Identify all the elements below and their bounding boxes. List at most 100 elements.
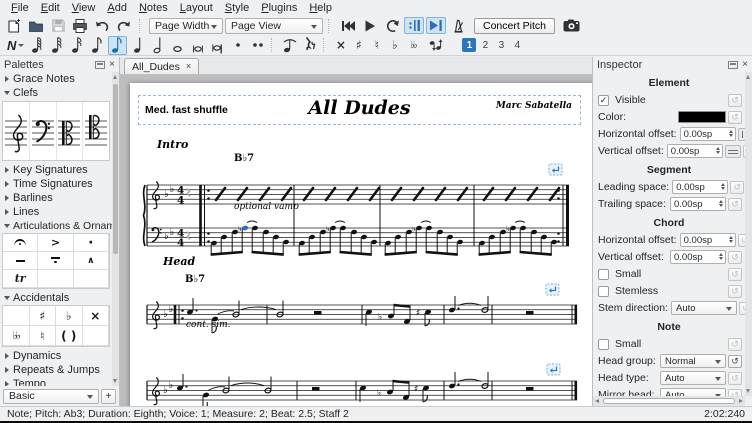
note-64th-button[interactable] (28, 36, 47, 55)
double-flat-cell[interactable]: ♭♭ (3, 326, 30, 346)
line-break-icon[interactable] (547, 364, 560, 375)
double-flat-button[interactable]: ♭♭ (404, 36, 421, 55)
palette-item-dynamics[interactable]: Dynamics (0, 349, 112, 363)
treble-clef[interactable] (153, 302, 160, 329)
palette-item-time-signatures[interactable]: Time Signatures (0, 177, 112, 191)
bass-clef[interactable] (152, 228, 162, 242)
menu-add[interactable]: Add (101, 1, 133, 15)
visible-checkbox[interactable]: ✓ (598, 95, 609, 106)
play-repeats-toggle[interactable] (404, 17, 424, 34)
stem-direction-combobox[interactable]: Auto (671, 301, 737, 315)
tenuto-cell[interactable] (3, 252, 38, 270)
reset-button[interactable]: ↺ (728, 338, 742, 351)
palette-item-key-signatures[interactable]: Key Signatures (0, 163, 112, 177)
double-sharp-cell[interactable]: × (83, 306, 110, 326)
trailing-space-spinbox[interactable]: 0.00sp (670, 197, 726, 211)
reset-button[interactable]: ↺ (728, 251, 742, 264)
flat-button[interactable]: ♭ (386, 36, 403, 55)
tenor-clef-cell[interactable] (83, 102, 109, 160)
palette-item-articulations[interactable]: Articulations & Ornaments (0, 219, 112, 233)
reset-button[interactable]: ↺ (738, 234, 745, 247)
melody-notes[interactable]: ♭ ♯ (176, 372, 533, 406)
metronome-button[interactable] (448, 17, 468, 34)
chord-h-offset-spinbox[interactable]: 0.00sp (680, 233, 736, 247)
double-sharp-button[interactable]: × (332, 36, 349, 55)
voice-3-button[interactable]: 3 (494, 38, 508, 52)
alto-clef-cell[interactable] (57, 102, 84, 160)
redo-button[interactable] (114, 17, 134, 34)
marcato-cell[interactable]: ∧ (74, 252, 109, 270)
time-signature[interactable]: 44 44 (177, 185, 184, 250)
note-quarter-button[interactable] (128, 36, 147, 55)
treble-clef-cell[interactable] (3, 102, 30, 160)
key-signature[interactable]: ♭♭ (163, 380, 174, 396)
system-1-intro[interactable]: ♭♭ ♭♭ 44 44 (144, 164, 570, 255)
rest-button[interactable] (300, 36, 319, 55)
menu-notes[interactable]: Notes (133, 1, 174, 15)
scroll-right-icon[interactable] (739, 399, 743, 403)
mirror-head-combobox[interactable]: Auto (660, 388, 726, 396)
natural-cell[interactable]: ♮ (30, 326, 57, 346)
add-palette-button[interactable]: + (101, 389, 116, 404)
voice-2-button[interactable]: 2 (478, 38, 492, 52)
tab-all-dudes[interactable]: All_Dudes × (124, 58, 199, 74)
note-breve-button[interactable] (188, 36, 207, 55)
h-offset-spinbox[interactable]: 0.00sp (680, 127, 736, 141)
palette-item-repeats-jumps[interactable]: Repeats & Jumps (0, 363, 112, 377)
sheet-music[interactable]: ♭ (130, 83, 592, 406)
undock-icon[interactable] (728, 61, 738, 69)
empty-cell[interactable] (38, 270, 73, 288)
close-icon[interactable]: × (109, 60, 115, 70)
empty-cell[interactable] (83, 326, 110, 346)
note-8th-alt-button[interactable] (88, 36, 107, 55)
portato-cell[interactable] (38, 252, 73, 270)
system-3[interactable]: ♭♭ (147, 364, 577, 406)
menu-layout[interactable]: Layout (174, 1, 219, 15)
workspace-combobox[interactable]: Basic (3, 389, 99, 404)
reset-button[interactable]: ↺ (728, 111, 742, 124)
rewind-button[interactable] (338, 17, 358, 34)
flip-direction-button[interactable] (426, 36, 445, 55)
tab-close-icon[interactable]: × (186, 62, 191, 71)
augmentation-dot-button[interactable] (228, 36, 247, 55)
bass-clef-cell[interactable] (30, 102, 57, 160)
note-eighth-button-selected[interactable] (108, 36, 127, 55)
trill-cell[interactable]: tr (3, 270, 38, 288)
color-swatch[interactable] (678, 111, 726, 123)
parentheses-cell[interactable]: ( ) (56, 326, 83, 346)
empty-cell[interactable] (74, 270, 109, 288)
close-icon[interactable]: × (742, 60, 748, 70)
chord-v-offset-spinbox[interactable]: 0.00sp (670, 250, 726, 264)
reset-button[interactable]: ↺ (730, 181, 744, 194)
scroll-up-icon[interactable] (746, 75, 750, 79)
scroll-down-icon[interactable] (113, 379, 117, 383)
scrollbar-thumb[interactable] (603, 398, 735, 404)
sharp-button[interactable]: ♯ (350, 36, 367, 55)
reset-button[interactable]: ↺ (728, 372, 742, 385)
scroll-up-icon[interactable] (113, 75, 117, 79)
natural-button[interactable]: ♮ (368, 36, 385, 55)
tie-button[interactable] (280, 36, 299, 55)
line-break-icon[interactable] (549, 164, 562, 175)
reset-button[interactable]: ↺ (728, 94, 742, 107)
palette-item-barlines[interactable]: Barlines (0, 191, 112, 205)
palette-item-accidentals[interactable]: Accidentals (0, 291, 112, 305)
staccato-cell[interactable]: · (74, 234, 109, 252)
play-button[interactable] (360, 17, 380, 34)
palettes-scrollbar[interactable] (112, 72, 119, 386)
stemless-checkbox[interactable] (598, 286, 609, 297)
inspector-vertical-scrollbar[interactable] (745, 72, 752, 396)
open-file-button[interactable] (26, 17, 46, 34)
reset-button[interactable]: ↺ (728, 268, 742, 281)
palette-item-lines[interactable]: Lines (0, 205, 112, 219)
sharp-cell[interactable]: ♯ (30, 306, 57, 326)
save-button[interactable] (48, 17, 68, 34)
palette-item-clefs[interactable]: Clefs (0, 86, 112, 100)
scroll-down-icon[interactable] (746, 389, 750, 393)
snap-vertical-icon[interactable] (725, 145, 741, 158)
empty-cell[interactable] (3, 306, 30, 326)
note-longa-button[interactable] (208, 36, 227, 55)
v-offset-spinbox[interactable]: 0.00sp (667, 144, 723, 158)
menu-edit[interactable]: Edit (35, 1, 66, 15)
note-whole-button[interactable] (168, 36, 187, 55)
